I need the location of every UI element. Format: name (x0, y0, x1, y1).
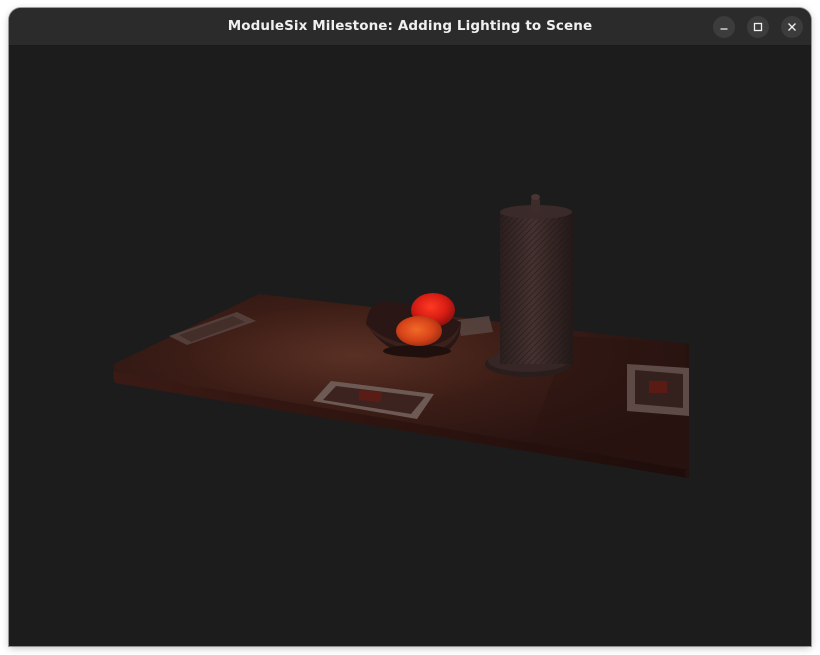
opengl-viewport[interactable] (9, 46, 811, 646)
minimize-button[interactable] (713, 16, 735, 38)
close-button[interactable] (781, 16, 803, 38)
fruit (396, 316, 442, 346)
title-bar[interactable]: ModuleSix Milestone: Adding Lighting to … (9, 8, 811, 46)
window-title: ModuleSix Milestone: Adding Lighting to … (227, 18, 593, 34)
maximize-icon (753, 22, 763, 32)
minimize-icon (719, 22, 729, 32)
scene-render (113, 194, 689, 478)
maximize-button[interactable] (747, 16, 769, 38)
playing-card (627, 364, 689, 416)
app-window: ModuleSix Milestone: Adding Lighting to … (9, 8, 811, 646)
close-icon (787, 22, 797, 32)
